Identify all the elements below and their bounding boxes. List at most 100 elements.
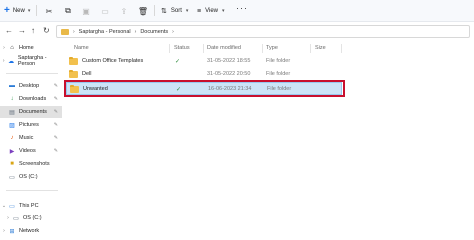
sidebar-item-label: Music — [19, 135, 34, 141]
breadcrumb-item[interactable]: Documents — [140, 29, 168, 35]
pictures-icon: ▨ — [9, 122, 15, 129]
view-button[interactable]: ≡ View ▾ — [197, 3, 225, 19]
chevron-right-icon: › — [134, 28, 137, 35]
sidebar-item-drive[interactable]: ▭ OS (C:) — [0, 171, 62, 183]
sidebar-item-desktop[interactable]: ▬ Desktop ✎ — [0, 80, 62, 92]
sidebar-item-label: OS (C:) — [23, 215, 42, 221]
sidebar-item-label: Downloads — [19, 96, 47, 102]
share-icon[interactable]: ⇪ — [118, 5, 130, 17]
file-date: 31-05-2022 20:50 — [207, 71, 251, 77]
sidebar-item-onedrive[interactable]: › ☁ Saptargha - Person — [0, 55, 62, 67]
column-divider[interactable] — [169, 44, 170, 53]
drive-icon: ▭ — [13, 215, 19, 222]
address-row: ← → ↑ ↻ › Saptargha - Personal › Documen… — [0, 22, 474, 40]
toolbar-divider — [36, 5, 37, 16]
sidebar-divider — [6, 73, 58, 74]
sidebar-item-label: Documents — [19, 109, 47, 115]
desktop-icon: ▬ — [9, 83, 15, 89]
navigation-pane: › ⌂ Home › ☁ Saptargha - Person ▬ Deskto… — [0, 40, 62, 240]
chevron-right-icon[interactable]: › — [0, 45, 8, 51]
column-divider[interactable] — [310, 44, 311, 53]
chevron-down-icon[interactable]: ⌄ — [0, 203, 8, 209]
file-type: File folder — [266, 71, 291, 77]
chevron-right-icon: › — [73, 28, 75, 35]
chevron-right-icon[interactable]: › — [4, 215, 12, 221]
sidebar-item-label: OS (C:) — [19, 174, 38, 180]
table-row[interactable]: Custom Office Templates ✓ 31-05-2022 18:… — [66, 55, 342, 68]
sidebar-item-label: Screenshots — [19, 161, 50, 167]
pin-icon[interactable]: ✎ — [54, 122, 58, 128]
computer-icon: ▭ — [9, 203, 15, 210]
sidebar-item-label: Pictures — [19, 122, 39, 128]
chevron-down-icon: ▾ — [185, 8, 189, 14]
sidebar-item-label: This PC — [19, 203, 39, 209]
view-label: View — [205, 8, 218, 14]
column-header-status[interactable]: Status — [174, 45, 190, 51]
sync-ok-icon: ✓ — [175, 59, 181, 65]
pin-icon[interactable]: ✎ — [54, 83, 58, 89]
column-header-date[interactable]: Date modified — [207, 45, 241, 51]
pin-icon[interactable]: ✎ — [54, 109, 58, 115]
pin-icon[interactable]: ✎ — [54, 96, 58, 102]
sidebar-divider — [6, 190, 58, 191]
drive-icon: ▭ — [9, 174, 15, 181]
forward-arrow-icon[interactable]: → — [18, 26, 26, 35]
sidebar-item-pictures[interactable]: ▨ Pictures ✎ — [0, 119, 62, 131]
back-arrow-icon[interactable]: ← — [5, 26, 13, 35]
file-name: Dell — [82, 71, 92, 77]
paste-icon[interactable]: ▣ — [80, 5, 92, 17]
sort-icon: ⇅ — [161, 8, 167, 15]
folder-icon — [61, 28, 69, 35]
file-date: 31-05-2022 18:55 — [207, 58, 251, 64]
sidebar-item-music[interactable]: ♪ Music ✎ — [0, 132, 62, 144]
column-divider[interactable] — [262, 44, 263, 53]
chevron-down-icon: ▾ — [27, 8, 31, 14]
sidebar-item-home[interactable]: › ⌂ Home — [0, 42, 62, 54]
sort-button[interactable]: ⇅ Sort ▾ — [161, 3, 188, 19]
sidebar-item-network[interactable]: › ⊞ Network — [0, 225, 62, 237]
videos-icon: ▶ — [9, 148, 15, 155]
sidebar-item-documents[interactable]: ▤ Documents ✎ — [0, 106, 62, 118]
address-bar[interactable]: › Saptargha - Personal › Documents › — [56, 25, 470, 38]
network-icon: ⊞ — [9, 228, 15, 235]
more-options-button[interactable]: ··· — [236, 3, 248, 13]
new-label: New — [12, 8, 25, 14]
file-list: Name Status Date modified Type Size Cust… — [62, 40, 474, 240]
breadcrumb-item[interactable]: Saptargha - Personal — [79, 29, 131, 35]
rename-icon[interactable]: ▭ — [99, 5, 111, 17]
cut-icon[interactable]: ✂ — [43, 5, 55, 17]
column-header-size[interactable]: Size — [315, 45, 326, 51]
column-header-type[interactable]: Type — [266, 45, 278, 51]
sidebar-item-os-drive[interactable]: › ▭ OS (C:) — [0, 212, 62, 224]
column-header-name[interactable]: Name — [74, 45, 89, 51]
column-divider[interactable] — [341, 44, 342, 53]
column-divider[interactable] — [203, 44, 204, 53]
folder-icon — [69, 56, 78, 65]
refresh-icon[interactable]: ↻ — [43, 26, 50, 35]
new-button[interactable]: + New ▾ — [4, 3, 30, 19]
file-type: File folder — [266, 58, 291, 64]
sidebar-item-label: Saptargha - Person — [17, 55, 47, 67]
pin-icon[interactable]: ✎ — [54, 135, 58, 141]
command-bar: + New ▾ ✂ ⧉ ▣ ▭ ⇪ 🗑 ⇅ Sort ▾ ≡ View ▾ ··… — [0, 0, 474, 22]
delete-icon[interactable]: 🗑 — [137, 5, 149, 17]
sidebar-item-label: Network — [19, 228, 40, 234]
downloads-icon: ↓ — [10, 96, 14, 102]
sidebar-item-videos[interactable]: ▶ Videos ✎ — [0, 145, 62, 157]
plus-icon: + — [4, 5, 10, 16]
chevron-right-icon[interactable]: › — [0, 228, 8, 234]
highlight-annotation — [64, 80, 345, 97]
documents-icon: ▤ — [9, 109, 15, 116]
sidebar-item-downloads[interactable]: ↓ Downloads ✎ — [0, 93, 62, 105]
toolbar-divider — [154, 5, 155, 16]
view-icon: ≡ — [197, 7, 202, 15]
sidebar-item-this-pc[interactable]: ⌄ ▭ This PC — [0, 200, 62, 212]
pin-icon[interactable]: ✎ — [54, 148, 58, 154]
folder-icon — [69, 69, 78, 78]
sidebar-item-screenshots[interactable]: ■ Screenshots — [0, 158, 62, 170]
up-arrow-icon[interactable]: ↑ — [31, 26, 35, 35]
copy-icon[interactable]: ⧉ — [62, 5, 74, 17]
home-icon: ⌂ — [10, 45, 14, 51]
chevron-right-icon[interactable]: › — [0, 58, 7, 64]
cloud-icon: ☁ — [8, 58, 15, 65]
